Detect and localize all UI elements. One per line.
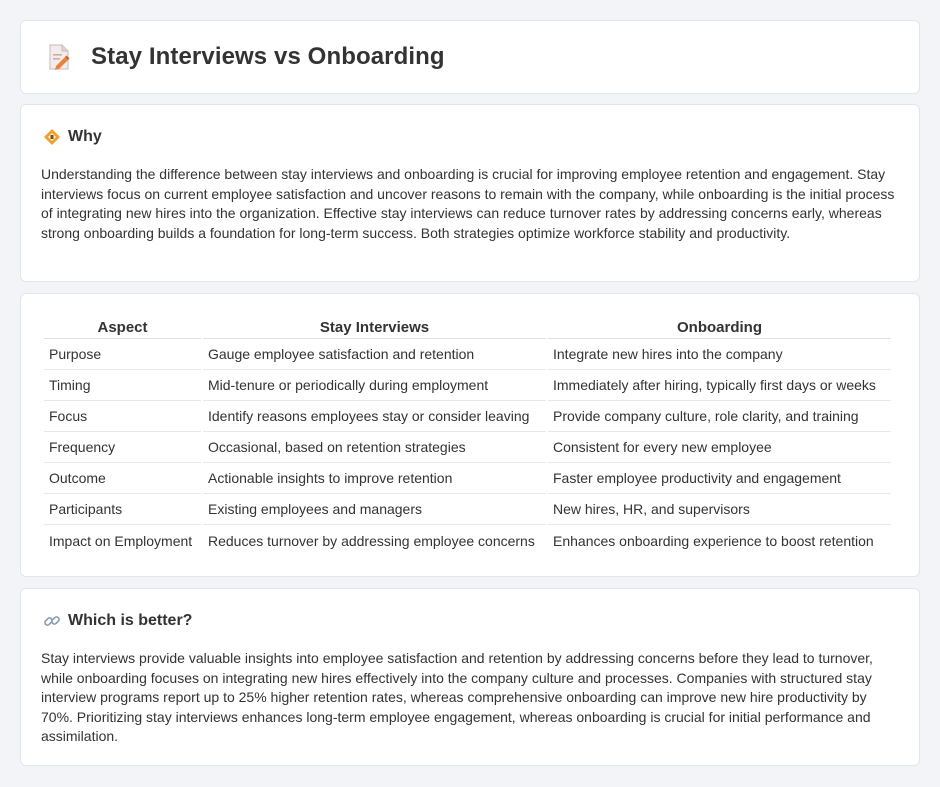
header-card: Stay Interviews vs Onboarding (20, 20, 920, 94)
warning-diamond-icon (43, 128, 61, 146)
column-header-aspect: Aspect (44, 316, 201, 339)
page-header: Stay Interviews vs Onboarding (47, 43, 445, 71)
table-cell: Reduces turnover by addressing employee … (208, 532, 535, 549)
column-header-onboarding: Onboarding (548, 316, 891, 339)
table-row: Participants Existing employees and mana… (44, 494, 891, 525)
why-heading: Why (68, 128, 102, 145)
column-header-stay-interviews: Stay Interviews (203, 316, 546, 339)
table-row: Focus Identify reasons employees stay or… (44, 401, 891, 432)
document-pencil-icon (49, 44, 70, 70)
table-row: Impact on Employment Reduces turnover by… (44, 525, 891, 556)
better-heading-row: Which is better? (43, 612, 192, 630)
table-cell: Faster employee productivity and engagem… (548, 463, 891, 494)
link-icon (43, 612, 61, 630)
table-cell: Purpose (44, 339, 201, 370)
table-cell: Actionable insights to improve retention (203, 463, 546, 494)
table-header-row: Aspect Stay Interviews Onboarding (44, 316, 891, 339)
better-text: Stay interviews provide valuable insight… (41, 650, 873, 745)
table-cell: Gauge employee satisfaction and retentio… (203, 339, 546, 370)
table-row: Purpose Gauge employee satisfaction and … (44, 339, 891, 370)
table-cell: Occasional, based on retention strategie… (203, 432, 546, 463)
table-cell: Frequency (44, 432, 201, 463)
table-row: Outcome Actionable insights to improve r… (44, 463, 891, 494)
table-cell: Consistent for every new employee (548, 432, 891, 463)
table-cell: Mid-tenure or periodically during employ… (203, 370, 546, 401)
table-cell: Impact on Employment (49, 532, 193, 549)
table-cell: Identify reasons employees stay or consi… (203, 401, 546, 432)
table-cell: Immediately after hiring, typically firs… (548, 370, 891, 401)
table-row: Frequency Occasional, based on retention… (44, 432, 891, 463)
page-title: Stay Interviews vs Onboarding (91, 43, 445, 70)
which-better-section: Which is better? Stay interviews provide… (20, 588, 920, 766)
table-cell: Existing employees and managers (203, 494, 546, 525)
why-section: Why Understanding the difference between… (20, 104, 920, 282)
table-cell: Integrate new hires into the company (548, 339, 891, 370)
why-text: Understanding the difference between sta… (41, 166, 895, 241)
comparison-section: Aspect Stay Interviews Onboarding Purpos… (20, 293, 920, 577)
table-cell: Timing (44, 370, 201, 401)
table-cell: Participants (44, 494, 201, 525)
table-cell: Focus (44, 401, 201, 432)
comparison-table: Aspect Stay Interviews Onboarding Purpos… (42, 316, 893, 556)
table-cell: New hires, HR, and supervisors (548, 494, 891, 525)
why-heading-row: Why (43, 128, 102, 146)
better-heading: Which is better? (68, 612, 193, 629)
table-cell: Outcome (44, 463, 201, 494)
table-cell: Provide company culture, role clarity, a… (548, 401, 891, 432)
table-row: Timing Mid-tenure or periodically during… (44, 370, 891, 401)
table-cell: Enhances onboarding experience to boost … (553, 532, 874, 549)
